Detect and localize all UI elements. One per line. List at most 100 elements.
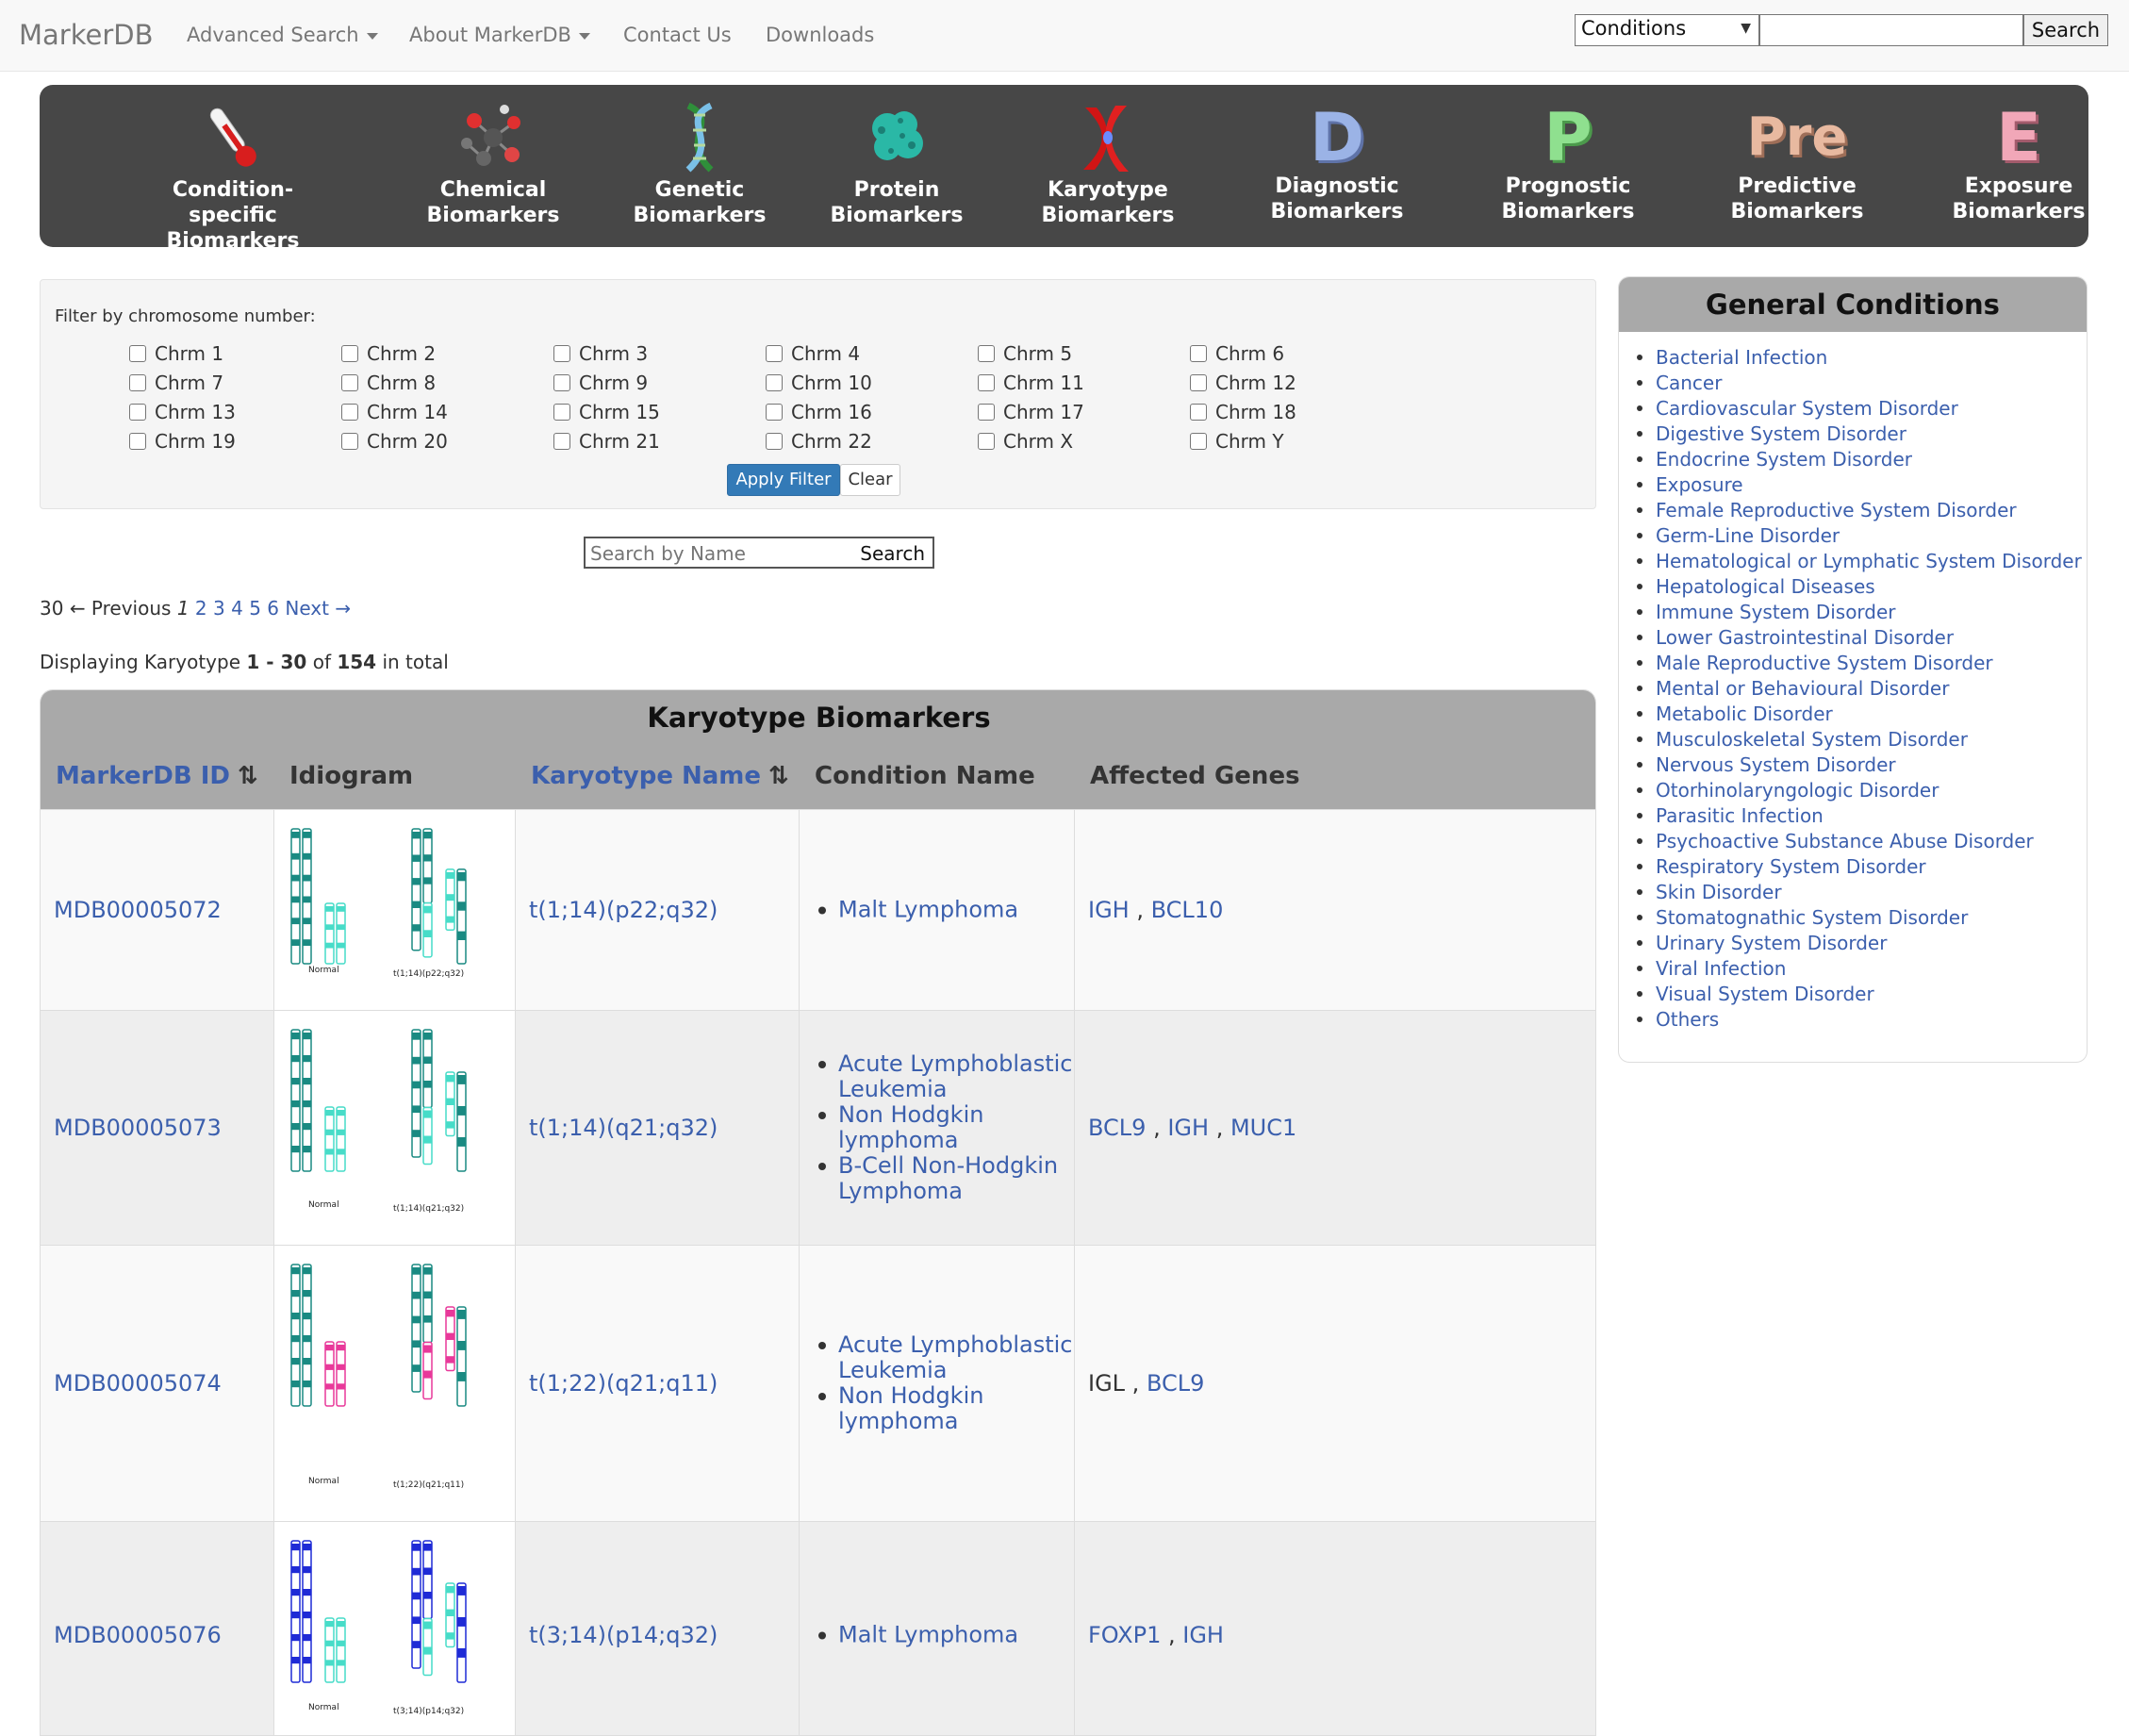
sidebar-condition-link[interactable]: Otorhinolaryngologic Disorder <box>1632 778 2082 803</box>
sidebar-condition-link[interactable]: Cardiovascular System Disorder <box>1632 396 2082 422</box>
karyotype-name-link[interactable]: t(1;14)(p22;q32) <box>529 897 718 923</box>
checkbox-square[interactable] <box>129 345 146 362</box>
chromosome-checkbox[interactable]: Chrm 7 <box>129 371 223 395</box>
condition-link[interactable]: Non Hodgkin lymphoma <box>813 1383 1074 1434</box>
category-exposure[interactable]: E Exposure Biomarkers <box>1924 102 2113 224</box>
chromosome-checkbox[interactable]: Chrm 16 <box>766 400 872 424</box>
checkbox-square[interactable] <box>978 374 995 391</box>
checkbox-square[interactable] <box>766 404 783 421</box>
page-link-5[interactable]: 5 <box>249 597 261 620</box>
sidebar-condition-link[interactable]: Cancer <box>1632 371 2082 396</box>
karyotype-name-link[interactable]: t(1;22)(q21;q11) <box>529 1370 718 1397</box>
chromosome-checkbox[interactable]: Chrm 15 <box>553 400 660 424</box>
sidebar-condition-link[interactable]: Exposure <box>1632 472 2082 498</box>
checkbox-square[interactable] <box>766 374 783 391</box>
chromosome-checkbox[interactable]: Chrm 1 <box>129 341 223 366</box>
brand-logo[interactable]: MarkerDB <box>19 19 153 51</box>
sidebar-condition-link[interactable]: Hepatological Diseases <box>1632 574 2082 600</box>
checkbox-square[interactable] <box>341 345 358 362</box>
category-diagnostic[interactable]: D Diagnostic Biomarkers <box>1243 102 1431 224</box>
header-markerdb-id[interactable]: MarkerDB ID ⇅ <box>56 762 258 790</box>
condition-link[interactable]: Non Hodgkin lymphoma <box>813 1102 1074 1153</box>
name-search-button[interactable]: Search <box>860 542 925 565</box>
chromosome-checkbox[interactable]: Chrm 21 <box>553 429 660 454</box>
chromosome-checkbox[interactable]: Chrm 19 <box>129 429 236 454</box>
checkbox-square[interactable] <box>1190 374 1207 391</box>
gene-link[interactable]: BCL9 <box>1088 1115 1146 1141</box>
chromosome-checkbox[interactable]: Chrm 10 <box>766 371 872 395</box>
nav-contact[interactable]: Contact Us <box>623 24 732 46</box>
checkbox-square[interactable] <box>766 345 783 362</box>
chromosome-checkbox[interactable]: Chrm 11 <box>978 371 1084 395</box>
sidebar-condition-link[interactable]: Germ-Line Disorder <box>1632 523 2082 549</box>
gene-link[interactable]: BCL9 <box>1147 1370 1204 1397</box>
sidebar-condition-link[interactable]: Others <box>1632 1007 2082 1033</box>
markerdb-id-link[interactable]: MDB00005074 <box>54 1370 222 1397</box>
sidebar-condition-link[interactable]: Immune System Disorder <box>1632 600 2082 625</box>
karyotype-name-link[interactable]: t(3;14)(p14;q32) <box>529 1622 718 1648</box>
checkbox-square[interactable] <box>341 433 358 450</box>
condition-link[interactable]: B-Cell Non-Hodgkin Lymphoma <box>813 1153 1074 1204</box>
chromosome-checkbox[interactable]: Chrm 2 <box>341 341 436 366</box>
nav-about[interactable]: About MarkerDB <box>409 24 590 46</box>
search-category-select[interactable]: Conditions ▼ <box>1575 14 1759 46</box>
sidebar-condition-link[interactable]: Metabolic Disorder <box>1632 702 2082 727</box>
category-chemical[interactable]: Chemical Biomarkers <box>399 102 587 228</box>
category-prognostic[interactable]: P Prognostic Biomarkers <box>1474 102 1662 224</box>
checkbox-square[interactable] <box>1190 433 1207 450</box>
checkbox-square[interactable] <box>766 433 783 450</box>
checkbox-square[interactable] <box>129 374 146 391</box>
chromosome-checkbox[interactable]: Chrm 3 <box>553 341 648 366</box>
checkbox-square[interactable] <box>553 433 570 450</box>
gene-link[interactable]: IGH <box>1088 897 1130 923</box>
karyotype-name-link[interactable]: t(1;14)(q21;q32) <box>529 1115 718 1141</box>
category-karyotype[interactable]: Karyotype Biomarkers <box>1014 102 1202 228</box>
sidebar-condition-link[interactable]: Stomatognathic System Disorder <box>1632 905 2082 931</box>
sidebar-condition-link[interactable]: Mental or Behavioural Disorder <box>1632 676 2082 702</box>
chromosome-checkbox[interactable]: Chrm 13 <box>129 400 236 424</box>
condition-link[interactable]: Malt Lymphoma <box>813 1622 1018 1647</box>
chromosome-checkbox[interactable]: Chrm 18 <box>1190 400 1296 424</box>
sidebar-condition-link[interactable]: Parasitic Infection <box>1632 803 2082 829</box>
search-input[interactable] <box>1759 14 2023 46</box>
markerdb-id-link[interactable]: MDB00005073 <box>54 1115 222 1141</box>
chromosome-checkbox[interactable]: Chrm 12 <box>1190 371 1296 395</box>
condition-link[interactable]: Malt Lymphoma <box>813 897 1018 923</box>
chromosome-checkbox[interactable]: Chrm 20 <box>341 429 448 454</box>
chromosome-checkbox[interactable]: Chrm Y <box>1190 429 1284 454</box>
sidebar-condition-link[interactable]: Visual System Disorder <box>1632 982 2082 1007</box>
header-karyotype-name[interactable]: Karyotype Name ⇅ <box>531 762 789 790</box>
chromosome-checkbox[interactable]: Chrm 4 <box>766 341 860 366</box>
chromosome-checkbox[interactable]: Chrm 9 <box>553 371 648 395</box>
clear-filter-button[interactable]: Clear <box>840 464 900 496</box>
page-link-6[interactable]: 6 <box>267 597 279 620</box>
category-predictive[interactable]: Pre Predictive Biomarkers <box>1703 102 1891 224</box>
condition-link[interactable]: Acute Lymphoblastic Leukemia <box>813 1332 1074 1383</box>
gene-link[interactable]: IGH <box>1182 1622 1224 1648</box>
checkbox-square[interactable] <box>978 433 995 450</box>
markerdb-id-link[interactable]: MDB00005072 <box>54 897 222 923</box>
condition-link[interactable]: Acute Lymphoblastic Leukemia <box>813 1051 1074 1102</box>
next-link[interactable]: Next → <box>285 597 351 620</box>
sidebar-condition-link[interactable]: Viral Infection <box>1632 956 2082 982</box>
chromosome-checkbox[interactable]: Chrm 6 <box>1190 341 1284 366</box>
checkbox-square[interactable] <box>1190 345 1207 362</box>
nav-downloads[interactable]: Downloads <box>766 24 874 46</box>
checkbox-square[interactable] <box>553 345 570 362</box>
chromosome-checkbox[interactable]: Chrm 22 <box>766 429 872 454</box>
checkbox-square[interactable] <box>1190 404 1207 421</box>
page-link-2[interactable]: 2 <box>195 597 207 620</box>
chromosome-checkbox[interactable]: Chrm 17 <box>978 400 1084 424</box>
checkbox-square[interactable] <box>978 345 995 362</box>
chromosome-checkbox[interactable]: Chrm 5 <box>978 341 1072 366</box>
sidebar-condition-link[interactable]: Lower Gastrointestinal Disorder <box>1632 625 2082 651</box>
checkbox-square[interactable] <box>129 404 146 421</box>
gene-link[interactable]: FOXP1 <box>1088 1622 1161 1648</box>
sidebar-condition-link[interactable]: Musculoskeletal System Disorder <box>1632 727 2082 752</box>
chromosome-checkbox[interactable]: Chrm 8 <box>341 371 436 395</box>
sidebar-condition-link[interactable]: Female Reproductive System Disorder <box>1632 498 2082 523</box>
sidebar-condition-link[interactable]: Hematological or Lymphatic System Disord… <box>1632 549 2082 574</box>
category-genetic[interactable]: Genetic Biomarkers <box>605 102 794 228</box>
checkbox-square[interactable] <box>553 404 570 421</box>
sidebar-condition-link[interactable]: Male Reproductive System Disorder <box>1632 651 2082 676</box>
